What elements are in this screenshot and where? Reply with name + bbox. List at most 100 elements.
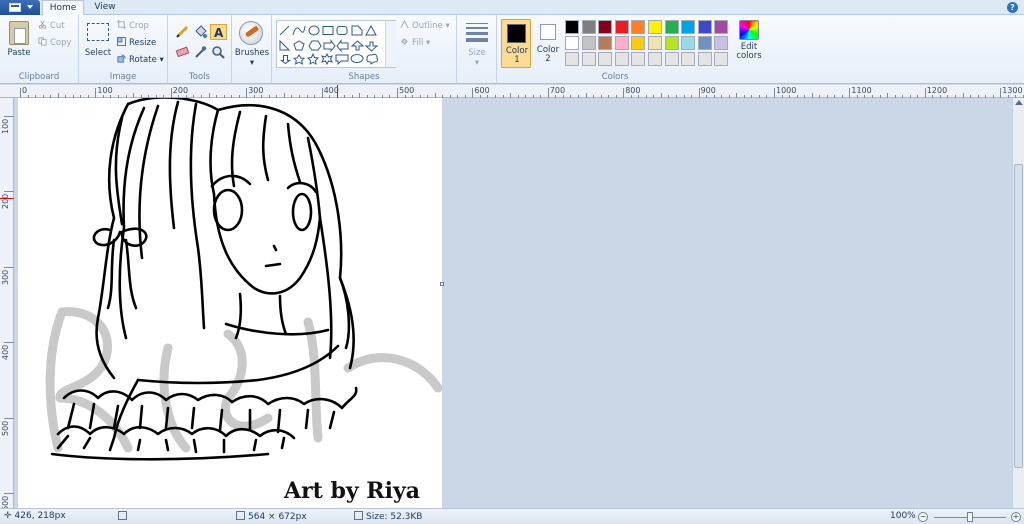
workspace: Art by Riya [14, 98, 1012, 508]
color-swatch[interactable] [648, 52, 662, 66]
copy-button[interactable]: Copy [38, 37, 72, 50]
ruler-label: 700 [549, 86, 566, 95]
shape-gallery-scroll[interactable] [385, 21, 396, 67]
clipboard-group: Paste Cut Copy Clipboard [0, 15, 79, 84]
color-swatch[interactable] [614, 20, 629, 34]
ruler-label: 500 [1, 420, 10, 436]
ruler-tick [321, 88, 323, 98]
pencil-icon[interactable] [174, 24, 191, 40]
color-swatch[interactable] [714, 20, 729, 34]
color-swatch[interactable] [565, 52, 579, 66]
chevron-down-icon: ▾ [474, 58, 480, 68]
rotate-label: Rotate [129, 55, 157, 65]
shape-gallery[interactable] [276, 20, 396, 68]
color-swatch[interactable] [714, 36, 729, 50]
color-swatch[interactable] [697, 20, 712, 34]
drawing-canvas[interactable]: Art by Riya [18, 98, 442, 508]
color-swatch[interactable] [697, 36, 712, 50]
size-button[interactable]: Size ▾ [457, 48, 497, 68]
color2-button[interactable]: Color 2 [534, 19, 562, 68]
select-button[interactable]: Select [81, 48, 115, 58]
ruler-label: 100 [1, 118, 10, 134]
resize-icon [117, 37, 126, 46]
eyedropper-icon[interactable] [192, 44, 209, 60]
tab-view[interactable]: View [88, 0, 122, 15]
ribbon: Paste Cut Copy Clipboard Select Crop Res… [0, 15, 1024, 84]
color-swatch[interactable] [664, 20, 679, 34]
text-a-icon[interactable]: A [210, 24, 227, 40]
ruler-tick [4, 417, 14, 419]
brush-icon[interactable] [239, 21, 263, 45]
scroll-up-icon[interactable] [1015, 100, 1023, 105]
color-swatch[interactable] [581, 20, 596, 34]
ruler-tick [4, 191, 14, 193]
color-swatch[interactable] [681, 36, 696, 50]
color-swatch[interactable] [714, 52, 729, 66]
line-weight-icon[interactable] [466, 23, 488, 42]
vertical-scrollbar[interactable] [1012, 98, 1024, 508]
color-swatch[interactable] [648, 36, 662, 50]
ruler-label: 1200 [926, 86, 948, 95]
color-swatch[interactable] [648, 20, 662, 34]
file-menu-button[interactable] [0, 0, 40, 15]
color-swatch[interactable] [614, 36, 629, 50]
ruler-label: 300 [248, 86, 264, 95]
color-swatch[interactable] [598, 20, 613, 34]
tools-group: A Tools [168, 15, 232, 84]
fill-button[interactable]: Fill ▾ [400, 37, 430, 50]
ruler-tick [472, 88, 474, 98]
zoom-level-text: 100% [890, 511, 916, 521]
color-swatch[interactable] [565, 20, 579, 34]
zoom-out-icon[interactable]: − [918, 512, 928, 522]
image-size-icon [236, 511, 245, 520]
zoom-slider-thumb[interactable] [967, 512, 973, 522]
ruler-label: 1100 [851, 86, 872, 95]
color-swatch[interactable] [598, 36, 613, 50]
tab-home[interactable]: Home [42, 0, 84, 16]
rotate-button[interactable]: Rotate ▾ [117, 54, 164, 67]
ruler-tick [4, 266, 14, 268]
copy-icon [38, 37, 47, 46]
color1-button[interactable]: Color 1 [501, 19, 531, 68]
color-swatch[interactable] [614, 52, 629, 66]
ruler-label: 300 [1, 269, 10, 285]
file-size-text: Size: 52.3KB [366, 512, 423, 522]
zoom-in-icon[interactable]: + [1011, 512, 1021, 522]
color-swatch[interactable] [581, 36, 596, 50]
color-swatch[interactable] [631, 36, 646, 50]
color-swatch[interactable] [664, 52, 679, 66]
canvas-resize-handle[interactable] [440, 282, 444, 286]
crop-button[interactable]: Crop [117, 20, 149, 33]
shapes-group-label: Shapes [348, 72, 380, 82]
ruler-tick [849, 88, 851, 98]
ruler-tick [20, 88, 21, 98]
eraser-icon[interactable] [174, 44, 191, 60]
outline-button[interactable]: Outline ▾ [400, 20, 450, 33]
help-icon[interactable]: ? [1007, 2, 1018, 13]
color-swatch[interactable] [681, 20, 696, 34]
clipboard-icon[interactable] [9, 21, 29, 45]
size-label: Size [468, 48, 486, 58]
color-swatch[interactable] [565, 36, 579, 50]
image-group-label: Image [109, 72, 137, 82]
paint-bucket-icon[interactable] [192, 24, 209, 40]
magnifier-icon[interactable] [210, 44, 227, 60]
resize-button[interactable]: Resize [117, 37, 156, 50]
color-swatch[interactable] [581, 52, 596, 66]
paste-button[interactable]: Paste [3, 48, 35, 58]
image-dimensions-text: 564 × 672px [248, 512, 307, 522]
edit-colors-button[interactable]: Edit colors [733, 20, 765, 61]
vertical-scrollbar-thumb[interactable] [1014, 164, 1023, 468]
ruler-tick [924, 88, 926, 98]
dashed-rectangle-icon[interactable] [87, 23, 109, 41]
color-swatch[interactable] [631, 52, 646, 66]
color-swatch[interactable] [697, 52, 712, 66]
cut-button[interactable]: Cut [38, 20, 65, 33]
ruler-tick [95, 88, 97, 98]
brushes-button[interactable]: Brushes ▾ [232, 48, 272, 68]
color-swatch[interactable] [681, 52, 696, 66]
color-swatch[interactable] [664, 36, 679, 50]
color-swatch[interactable] [598, 52, 613, 66]
file-menu-icon [9, 3, 21, 12]
color-swatch[interactable] [631, 20, 646, 34]
